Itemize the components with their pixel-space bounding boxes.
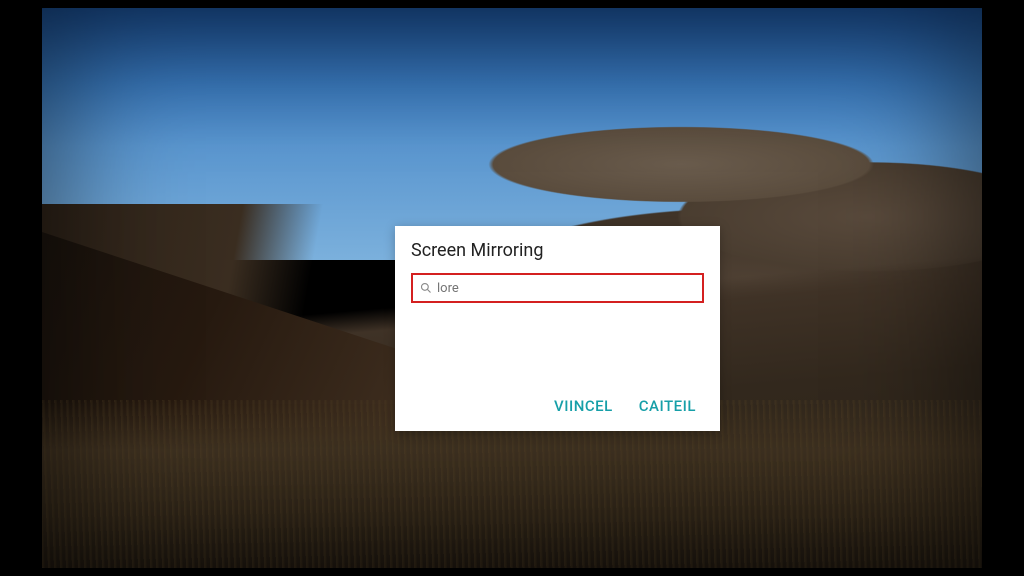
screen-mirroring-dialog: Screen Mirroring VIINCEL CAITEIL — [395, 226, 720, 431]
dialog-body — [411, 303, 704, 397]
confirm-button[interactable]: CAITEIL — [639, 397, 696, 415]
dialog-title: Screen Mirroring — [411, 240, 704, 261]
dialog-actions: VIINCEL CAITEIL — [411, 397, 704, 421]
cancel-button[interactable]: VIINCEL — [554, 397, 613, 415]
search-input[interactable] — [437, 281, 696, 296]
device-frame: Screen Mirroring VIINCEL CAITEIL — [10, 8, 1014, 568]
search-icon — [419, 281, 433, 295]
search-field[interactable] — [411, 273, 704, 303]
screen: Screen Mirroring VIINCEL CAITEIL — [42, 8, 982, 568]
